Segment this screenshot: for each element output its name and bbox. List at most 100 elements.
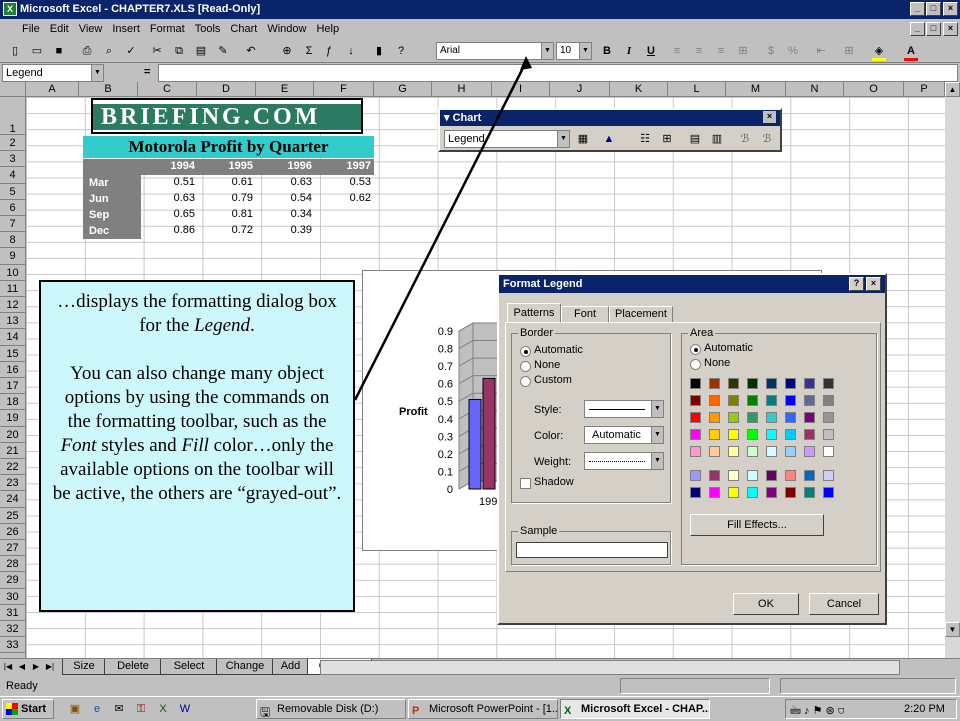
color-swatch[interactable] [766,412,777,423]
sheet-tab-add[interactable]: Add [272,659,309,675]
column-header-i[interactable]: I [492,82,550,97]
color-swatch[interactable] [804,487,815,498]
row-header-24[interactable]: 24 [0,491,25,508]
sheet-tab-select[interactable]: Select [160,659,218,675]
excel-app-icon[interactable]: X [3,2,17,16]
color-swatch[interactable] [747,429,758,440]
color-swatch[interactable] [709,395,720,406]
border-none-radio[interactable] [520,361,531,372]
print-icon[interactable]: ⎙ [78,42,96,60]
by-row-icon[interactable]: ▤ [686,130,704,148]
angle-text-down-icon[interactable]: ℬ [736,130,754,148]
column-header-l[interactable]: L [668,82,726,97]
menu-window[interactable]: Window [262,19,311,39]
table-cell[interactable]: 0.81 [198,208,256,220]
color-swatch[interactable] [804,429,815,440]
chevron-down-icon[interactable]: ▼ [91,65,103,81]
tab-placement[interactable]: Placement [609,306,673,323]
color-swatch[interactable] [804,395,815,406]
color-swatch[interactable] [785,446,796,457]
table-cell[interactable]: 0.39 [257,224,315,236]
align-left-icon[interactable]: ≡ [668,42,686,60]
chart-type-icon[interactable]: ▲ [600,130,618,148]
row-header-26[interactable]: 26 [0,524,25,540]
color-swatch[interactable] [728,429,739,440]
row-header-10[interactable]: 10 [0,265,25,281]
undo-icon[interactable]: ↶ [242,42,260,60]
chevron-down-icon[interactable]: ▼ [557,131,569,147]
bold-button[interactable]: B [598,42,616,60]
row-header-3[interactable]: 3 [0,151,25,168]
paste-icon[interactable]: ▤ [192,42,210,60]
table-cell[interactable]: 0.63 [257,176,315,188]
data-table-icon[interactable]: ⊞ [658,130,676,148]
column-header-p[interactable]: P [904,82,945,97]
column-header-b[interactable]: B [79,82,138,97]
color-swatch[interactable] [709,378,720,389]
sheet-tab-size[interactable]: Size [62,659,106,675]
table-cell[interactable]: 0.54 [257,192,315,204]
color-swatch[interactable] [785,470,796,481]
task-excel[interactable]: X Microsoft Excel - CHAP... [560,699,710,719]
cancel-button[interactable]: Cancel [809,593,879,615]
close-button[interactable]: × [943,2,958,16]
row-header-17[interactable]: 17 [0,378,25,395]
weight-select[interactable]: ▼ [584,452,664,470]
row-header-31[interactable]: 31 [0,605,25,621]
color-swatch[interactable] [823,446,834,457]
menu-insert[interactable]: Insert [107,19,145,39]
hyperlink-icon[interactable]: ⊕ [278,42,296,60]
row-header-9[interactable]: 9 [0,248,25,265]
color-swatch[interactable] [766,487,777,498]
column-header-g[interactable]: G [374,82,432,97]
save-icon[interactable]: ■ [50,42,68,60]
color-swatch[interactable] [785,487,796,498]
row-header-29[interactable]: 29 [0,572,25,589]
chart-wizard-icon[interactable]: ▮ [370,42,388,60]
menu-tools[interactable]: Tools [190,19,226,39]
print-preview-icon[interactable]: ⌕ [100,42,118,60]
row-header-4[interactable]: 4 [0,167,25,184]
row-header-13[interactable]: 13 [0,313,25,330]
row-header-16[interactable]: 16 [0,362,25,378]
chevron-down-icon[interactable]: ▼ [651,427,663,443]
maximize-button[interactable]: □ [926,2,941,16]
italic-button[interactable]: I [620,42,638,60]
row-header-19[interactable]: 19 [0,410,25,427]
color-swatch[interactable] [804,470,815,481]
row-header-20[interactable]: 20 [0,427,25,443]
column-header-a[interactable]: A [26,82,79,97]
color-swatch[interactable] [690,378,701,389]
column-header-j[interactable]: J [550,82,610,97]
select-all-corner[interactable] [0,82,26,97]
function-icon[interactable]: ƒ [320,42,338,60]
color-swatch[interactable] [823,412,834,423]
column-header-d[interactable]: D [197,82,256,97]
border-automatic-radio[interactable] [520,346,531,357]
color-swatch[interactable] [747,412,758,423]
row-header-15[interactable]: 15 [0,346,25,362]
bar-series-1[interactable] [468,398,482,490]
color-swatch[interactable] [785,395,796,406]
underline-button[interactable]: U [642,42,660,60]
doc-minimize-button[interactable]: _ [910,22,925,36]
area-automatic-radio[interactable] [690,344,701,355]
color-swatch[interactable] [747,470,758,481]
color-swatch[interactable] [747,487,758,498]
currency-icon[interactable]: $ [762,42,780,60]
autosum-icon[interactable]: Σ [300,42,318,60]
color-swatch[interactable] [747,395,758,406]
row-header-30[interactable]: 30 [0,589,25,605]
task-powerpoint[interactable]: P Microsoft PowerPoint - [1... [408,699,558,719]
column-header-f[interactable]: F [314,82,374,97]
color-swatch[interactable] [785,429,796,440]
last-sheet-icon[interactable]: ▶| [44,660,56,674]
font-name-combo[interactable]: Arial ▼ [436,42,554,60]
column-header-k[interactable]: K [610,82,668,97]
start-button[interactable]: Start [2,699,54,719]
color-swatch[interactable] [766,395,777,406]
column-header-n[interactable]: N [786,82,844,97]
color-swatch[interactable] [823,429,834,440]
new-icon[interactable]: ▯ [6,42,24,60]
vertical-scrollbar[interactable]: ▲ ▼ [945,82,960,658]
